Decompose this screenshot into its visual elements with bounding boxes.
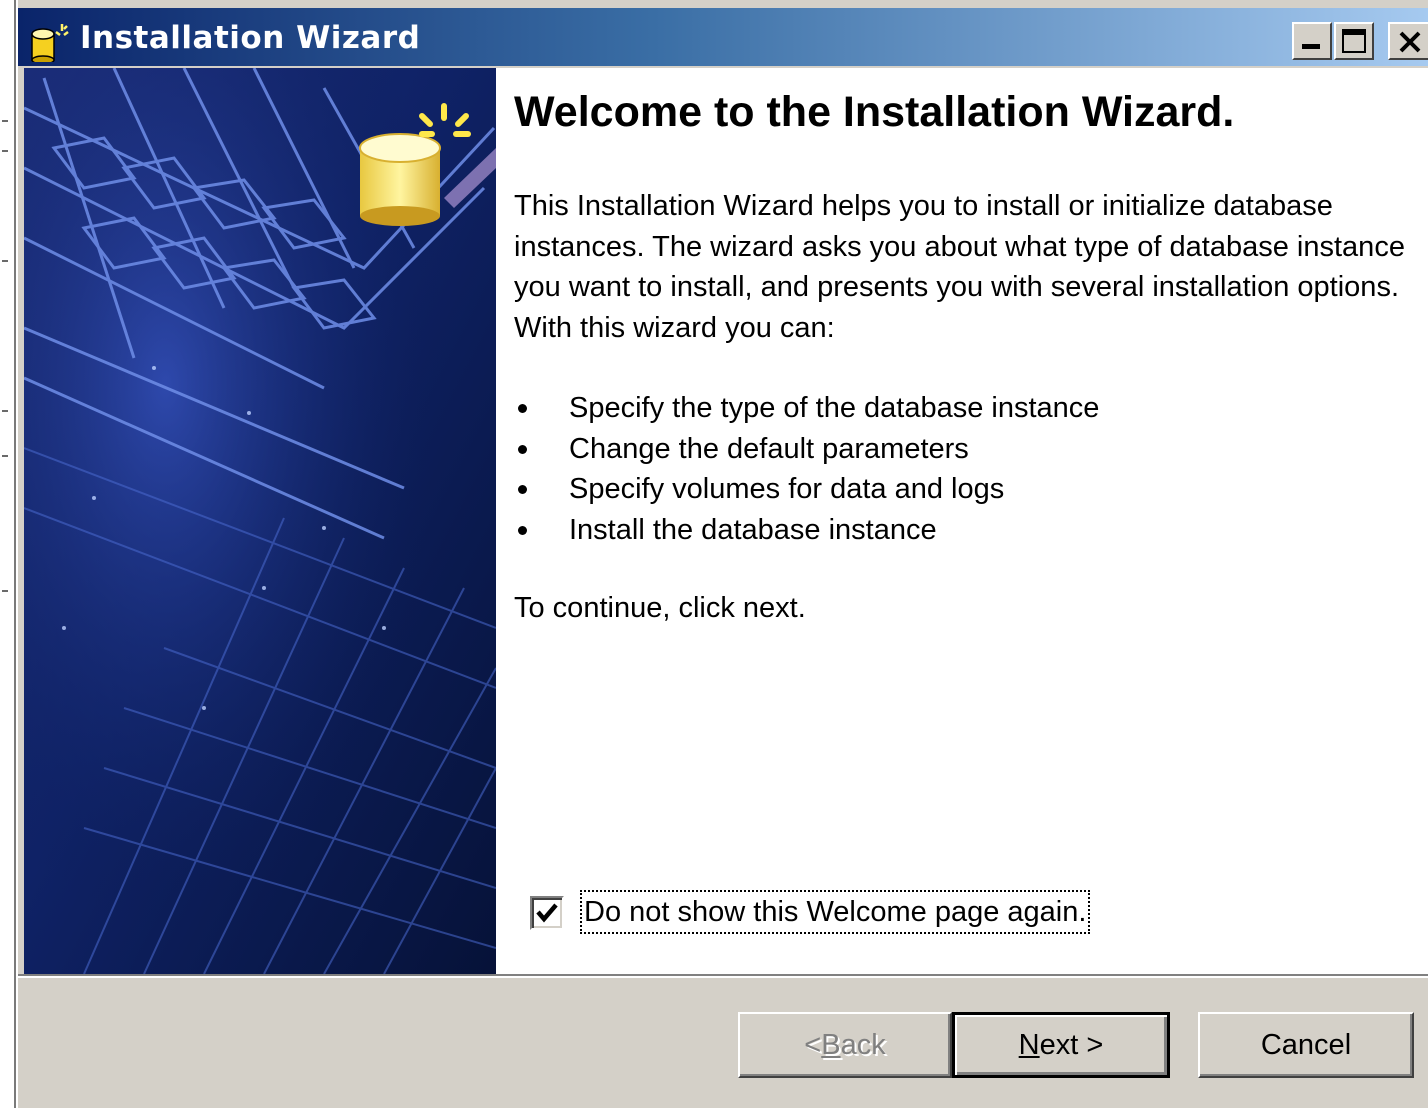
close-icon	[1399, 31, 1421, 53]
list-item: Install the database instance	[514, 510, 1099, 551]
maximize-button[interactable]	[1334, 22, 1374, 60]
dont-show-again-label[interactable]: Do not show this Welcome page again.	[580, 890, 1091, 934]
maximize-icon	[1342, 29, 1366, 53]
bullet-icon	[518, 404, 527, 413]
title-bar[interactable]: Installation Wizard	[18, 8, 1428, 66]
bullet-icon	[518, 485, 527, 494]
options-list: Specify the type of the database instanc…	[514, 388, 1099, 550]
bullet-icon	[518, 525, 527, 535]
welcome-content-pane: Welcome to the Installation Wizard. This…	[496, 68, 1428, 974]
desktop-edge	[0, 0, 16, 1108]
window-title: Installation Wizard	[80, 20, 421, 56]
list-item: Change the default parameters	[514, 429, 1099, 470]
list-item: Specify volumes for data and logs	[514, 469, 1099, 510]
installation-wizard-window: Installation Wizard Welcome to the Insta…	[16, 0, 1428, 1108]
cancel-button[interactable]: Cancel	[1198, 1012, 1414, 1078]
close-button[interactable]	[1388, 22, 1428, 60]
dont-show-again-checkbox[interactable]	[530, 896, 564, 930]
minimize-button[interactable]	[1292, 22, 1332, 60]
footer-separator	[18, 974, 1428, 978]
checkmark-icon	[536, 903, 558, 923]
intro-text: This Installation Wizard helps you to in…	[514, 190, 1405, 344]
page-title: Welcome to the Installation Wizard.	[514, 88, 1235, 136]
wizard-banner-image	[24, 68, 496, 974]
bullet-icon	[518, 444, 527, 454]
list-item: Specify the type of the database instanc…	[514, 388, 1099, 429]
minimize-icon	[1302, 44, 1320, 49]
next-button[interactable]: Next >	[952, 1012, 1170, 1078]
back-button[interactable]: < Back	[738, 1012, 952, 1078]
database-sparkle-icon	[31, 24, 69, 62]
continue-instruction: To continue, click next.	[514, 592, 806, 624]
